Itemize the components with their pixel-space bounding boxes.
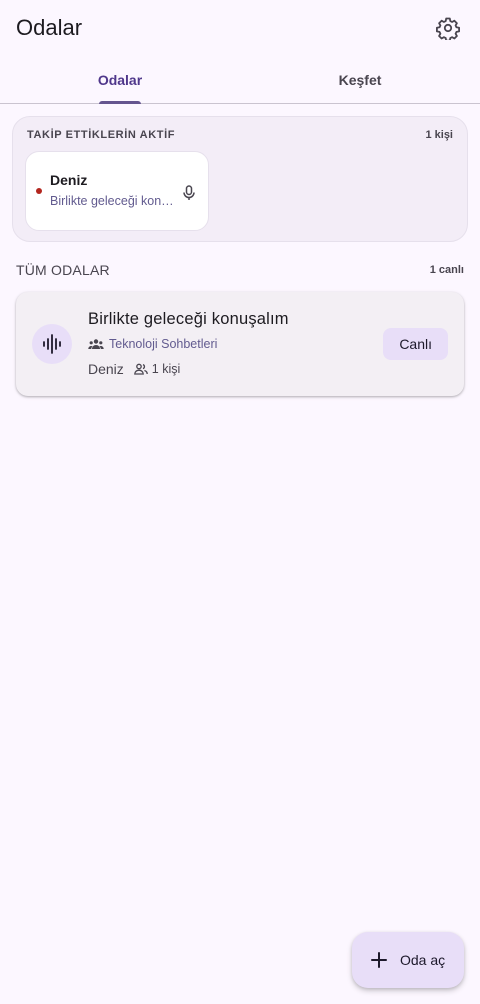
all-rooms-header: TÜM ODALAR 1 canlı — [16, 262, 464, 278]
room-topic-label: Teknoloji Sohbetleri — [109, 337, 218, 351]
tab-rooms[interactable]: Odalar — [0, 56, 240, 104]
following-count: 1 kişi — [425, 129, 453, 141]
following-title: TAKİP ETTİKLERİN AKTİF — [27, 129, 176, 141]
tab-discover[interactable]: Keşfet — [240, 56, 480, 103]
room-participants-count: 1 kişi — [151, 362, 181, 376]
all-rooms-count: 1 canlı — [429, 264, 464, 276]
room-avatar — [32, 324, 72, 364]
user-room-title: Birlikte geleceği konuşalım — [50, 194, 174, 208]
gear-icon — [436, 17, 460, 40]
people-icon — [133, 363, 148, 375]
live-badge[interactable]: Canlı — [383, 328, 448, 360]
create-room-button[interactable]: Oda aç — [352, 932, 464, 988]
following-active-panel: TAKİP ETTİKLERİN AKTİF 1 kişi Deniz Birl… — [12, 116, 468, 242]
room-title: Birlikte geleceği konuşalım — [88, 310, 289, 328]
live-badge-label: Canlı — [399, 336, 432, 352]
following-header: TAKİP ETTİKLERİN AKTİF 1 kişi — [25, 129, 455, 141]
room-host: Deniz — [88, 361, 124, 377]
tab-discover-label: Keşfet — [338, 71, 382, 88]
room-topic: Teknoloji Sohbetleri — [88, 337, 217, 351]
user-name: Deniz — [50, 172, 88, 188]
page-title: Odalar — [16, 15, 83, 40]
tab-rooms-label: Odalar — [97, 71, 143, 88]
group-icon — [88, 339, 104, 349]
mic-icon — [183, 185, 195, 200]
room-card[interactable]: Birlikte geleceği konuşalım Teknoloji So… — [16, 292, 464, 396]
rooms-screen: Odalar Odalar Keşfet TAKİP ETTİKLERİN AK… — [0, 0, 480, 1004]
settings-button[interactable] — [428, 8, 468, 48]
live-status-dot — [36, 188, 42, 194]
audio-waveform-icon — [43, 334, 61, 354]
following-user-card[interactable]: Deniz Birlikte geleceği konuşalım — [25, 151, 209, 231]
room-meta: Deniz 1 kişi — [88, 361, 180, 377]
room-participants: 1 kişi — [133, 362, 181, 376]
all-rooms-title: TÜM ODALAR — [16, 262, 110, 278]
app-bar: Odalar — [0, 0, 480, 56]
tab-bar: Odalar Keşfet — [0, 56, 480, 104]
active-tab-indicator — [99, 101, 141, 104]
create-room-label: Oda aç — [400, 952, 446, 968]
plus-icon — [371, 952, 387, 968]
